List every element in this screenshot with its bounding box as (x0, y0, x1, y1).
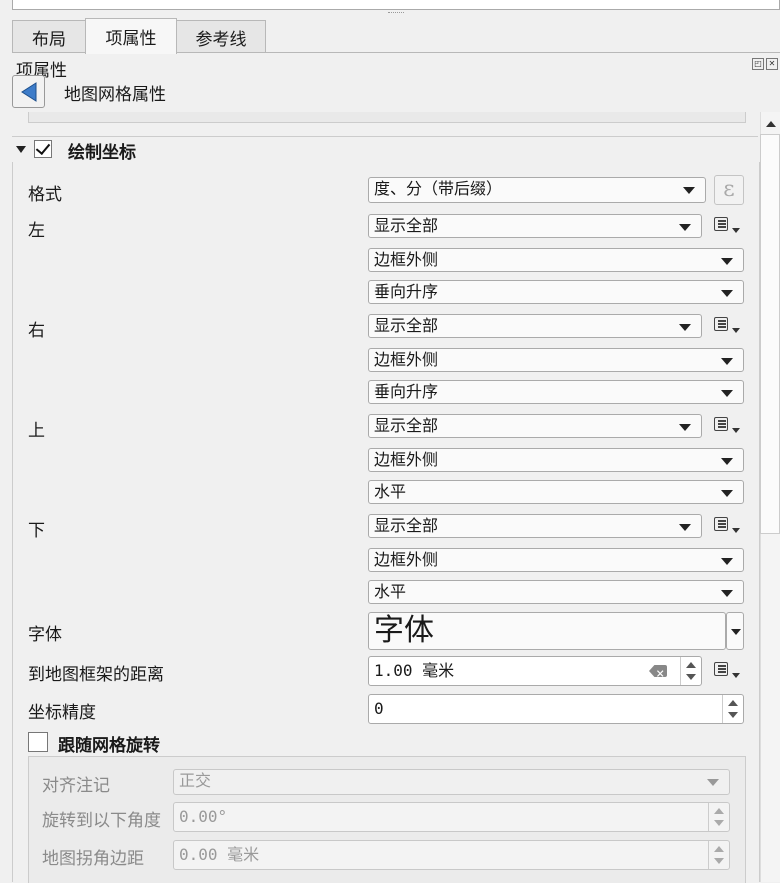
float-panel-icon[interactable]: ◰ (752, 58, 764, 70)
tab-guides[interactable]: 参考线 (176, 20, 266, 53)
spin-buttons[interactable] (680, 657, 701, 685)
font-button-label: 字体 (374, 613, 434, 648)
combo-value: 边框外侧 (374, 350, 439, 369)
precision-spinbox[interactable]: 0 (368, 694, 744, 724)
top-direction-combo[interactable]: 水平 (368, 480, 744, 504)
expression-button[interactable]: ε (714, 175, 744, 205)
close-panel-icon[interactable]: ✕ (766, 58, 778, 70)
data-defined-button[interactable] (712, 514, 740, 538)
data-defined-override-icon (714, 662, 728, 676)
precision-value: 0 (374, 699, 384, 718)
section-divider (12, 136, 758, 137)
format-value: 度、分（带后缀） (374, 179, 503, 198)
combo-value: 正交 (179, 771, 212, 790)
combo-value: 显示全部 (374, 316, 439, 335)
combo-value: 边框外侧 (374, 450, 439, 469)
rotate-spinbox[interactable]: 0.00° (173, 802, 730, 832)
rotate-label: 旋转到以下角度 (42, 811, 161, 831)
scrollbar-thumb[interactable] (760, 134, 780, 534)
spin-buttons[interactable] (708, 841, 729, 869)
corner-label: 地图拐角边距 (42, 849, 144, 869)
align-combo[interactable]: 正交 (173, 769, 730, 795)
data-defined-button[interactable] (712, 214, 740, 238)
right-label: 右 (28, 321, 45, 341)
back-arrow-icon (21, 82, 37, 102)
data-defined-override-icon (714, 317, 728, 331)
top-position-combo[interactable]: 边框外侧 (368, 448, 744, 472)
tab-label: 项属性 (105, 29, 157, 49)
tab-label: 布局 (32, 29, 66, 50)
data-defined-override-icon (714, 217, 728, 231)
tab-layout[interactable]: 布局 (12, 20, 86, 53)
previous-group-bottom (28, 112, 746, 123)
expression-icon: ε (723, 177, 735, 202)
distance-value: 1.00 (374, 661, 413, 680)
corner-spinbox[interactable]: 0.00 毫米 (173, 840, 730, 870)
clear-icon[interactable] (649, 665, 667, 677)
left-display-combo[interactable]: 显示全部 (368, 214, 702, 238)
distance-spinbox[interactable]: 1.00 毫米 (368, 656, 702, 686)
top-display-combo[interactable]: 显示全部 (368, 414, 702, 438)
rotate-value: 0.00° (179, 807, 228, 826)
combo-value: 显示全部 (374, 416, 439, 435)
precision-label: 坐标精度 (28, 703, 96, 723)
combo-value: 显示全部 (374, 216, 439, 235)
distance-label: 到地图框架的距离 (28, 665, 164, 685)
data-defined-button[interactable] (712, 314, 740, 338)
spin-buttons[interactable] (722, 695, 743, 723)
combo-value: 垂向升序 (374, 382, 439, 401)
tab-label: 参考线 (195, 29, 247, 50)
draw-coordinates-checkbox[interactable] (34, 140, 52, 158)
data-defined-override-icon (714, 417, 728, 431)
top-input-field[interactable] (12, 0, 780, 10)
combo-value: 水平 (374, 582, 407, 601)
data-defined-button[interactable] (712, 659, 740, 683)
back-button[interactable] (12, 75, 45, 108)
combo-value: 水平 (374, 482, 407, 501)
section-title: 绘制坐标 (68, 143, 136, 163)
right-display-combo[interactable]: 显示全部 (368, 314, 702, 338)
scroll-up-icon[interactable] (766, 121, 776, 127)
combo-value: 边框外侧 (374, 550, 439, 569)
bottom-position-combo[interactable]: 边框外侧 (368, 548, 744, 572)
combo-value: 边框外侧 (374, 250, 439, 269)
data-defined-override-icon (714, 517, 728, 531)
left-position-combo[interactable]: 边框外侧 (368, 248, 744, 272)
font-menu-button[interactable] (726, 612, 744, 650)
align-label: 对齐注记 (42, 776, 110, 796)
spin-buttons[interactable] (708, 803, 729, 831)
follow-rotation-label: 跟随网格旋转 (58, 736, 160, 756)
font-button[interactable]: 字体 (368, 612, 726, 650)
right-position-combo[interactable]: 边框外侧 (368, 348, 744, 372)
left-direction-combo[interactable]: 垂向升序 (368, 280, 744, 304)
data-defined-button[interactable] (712, 414, 740, 438)
tab-item-properties[interactable]: 项属性 (85, 18, 177, 54)
font-label: 字体 (28, 625, 62, 645)
bottom-label: 下 (28, 521, 45, 541)
right-direction-combo[interactable]: 垂向升序 (368, 380, 744, 404)
corner-value: 0.00 (179, 845, 218, 864)
distance-unit: 毫米 (422, 661, 455, 680)
combo-value: 垂向升序 (374, 282, 439, 301)
bottom-display-combo[interactable]: 显示全部 (368, 514, 702, 538)
top-label: 上 (28, 421, 45, 441)
follow-rotation-checkbox[interactable] (28, 732, 48, 752)
splitter-handle[interactable] (388, 12, 404, 15)
combo-value: 显示全部 (374, 516, 439, 535)
format-combo[interactable]: 度、分（带后缀） (368, 177, 706, 203)
bottom-direction-combo[interactable]: 水平 (368, 580, 744, 604)
panel-subtitle: 地图网格属性 (64, 85, 166, 105)
left-label: 左 (28, 221, 45, 241)
format-label: 格式 (28, 185, 62, 205)
corner-unit: 毫米 (227, 845, 260, 864)
collapse-icon[interactable] (16, 146, 26, 153)
